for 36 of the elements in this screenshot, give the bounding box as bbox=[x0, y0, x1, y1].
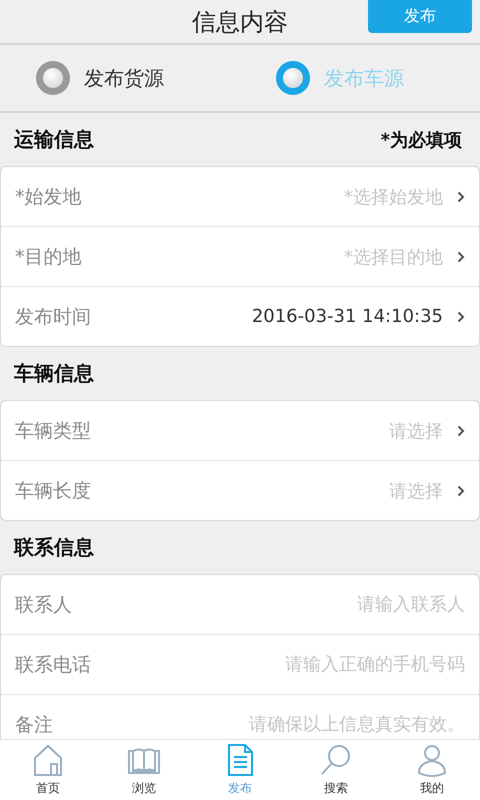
input-field[interactable]: 请确保以上信息真实有效。 bbox=[63, 714, 465, 735]
user-icon bbox=[415, 743, 449, 777]
field-label: *目的地 bbox=[15, 244, 82, 270]
tab-bar-item[interactable]: 浏览 bbox=[96, 740, 192, 800]
tab-bar-item[interactable]: 发布 bbox=[192, 740, 288, 800]
input-field[interactable]: 请输入正确的手机号码 bbox=[101, 654, 465, 675]
chevron-icon bbox=[457, 250, 465, 262]
field-label: 联系电话 bbox=[15, 652, 91, 678]
section-title: 联系信息 bbox=[14, 534, 94, 561]
field-label: 备注 bbox=[15, 712, 53, 738]
select-field[interactable]: *选择始发地 bbox=[82, 167, 465, 226]
section-title: 运输信息 bbox=[14, 126, 94, 153]
select-field[interactable]: *选择目的地 bbox=[82, 227, 465, 286]
chevron-icon bbox=[457, 310, 465, 322]
home-icon bbox=[31, 743, 65, 777]
publish-button[interactable]: 发布 bbox=[368, 0, 472, 33]
tab-bar-item[interactable]: 首页 bbox=[0, 740, 96, 800]
tab-bar-item[interactable]: 搜索 bbox=[288, 740, 384, 800]
field-label: 车辆类型 bbox=[15, 418, 91, 444]
section-title: 车辆信息 bbox=[14, 360, 94, 387]
chevron-icon bbox=[457, 424, 465, 436]
page-title: 信息内容 bbox=[192, 6, 288, 38]
field-label: 联系人 bbox=[15, 592, 72, 618]
select-field[interactable]: 2016-03-31 14:10:35 bbox=[91, 287, 465, 346]
input-field[interactable]: 请输入联系人 bbox=[82, 594, 465, 615]
field-label: 发布时间 bbox=[15, 304, 91, 330]
tab-bar-item[interactable]: 我的 bbox=[384, 740, 480, 800]
chevron-icon bbox=[457, 190, 465, 202]
select-field[interactable]: 请选择 bbox=[91, 461, 465, 520]
search-icon bbox=[319, 743, 353, 777]
field-label: 车辆长度 bbox=[15, 478, 91, 504]
chevron-icon bbox=[457, 484, 465, 496]
publish-type-radio[interactable]: 发布货源 bbox=[0, 61, 240, 95]
select-field[interactable]: 请选择 bbox=[91, 401, 465, 460]
required-note: *为必填项 bbox=[380, 128, 462, 152]
field-label: *始发地 bbox=[15, 184, 82, 210]
